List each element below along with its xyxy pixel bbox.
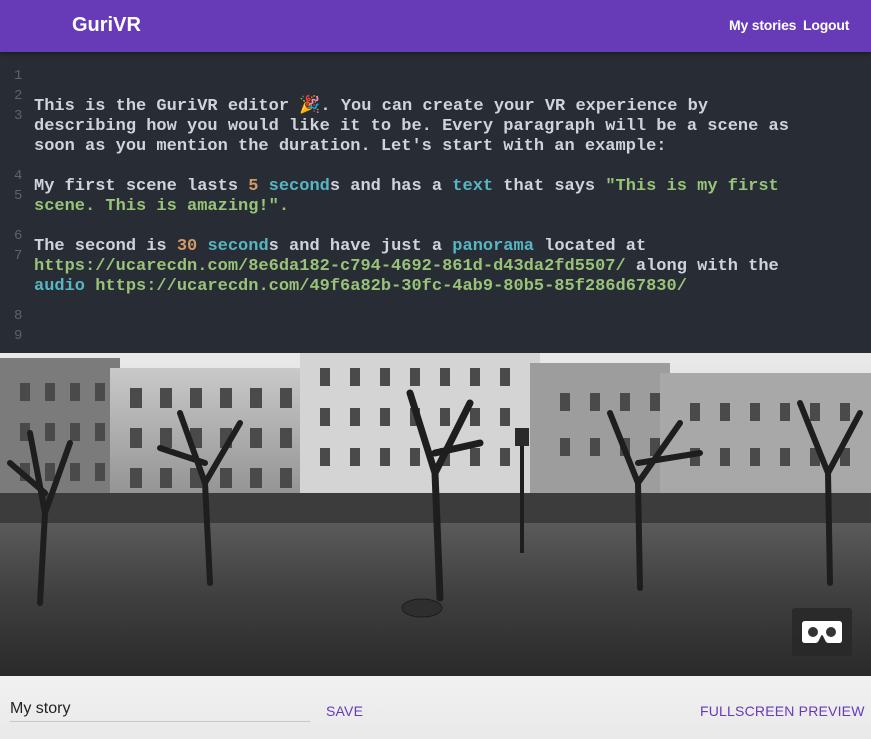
code-line: soon as you mention the duration. Let's … <box>34 137 667 156</box>
code-text: that says <box>493 177 606 196</box>
story-toolbar: SAVE FULLSCREEN PREVIEW <box>0 676 871 739</box>
line-number: 2 <box>14 88 23 104</box>
code-line: describing how you would like it to be. … <box>34 117 789 136</box>
enter-vr-button[interactable] <box>792 608 852 656</box>
duration-number: 30 <box>176 237 198 256</box>
cardboard-vr-icon <box>802 621 842 643</box>
url-literal: https://ucarecdn.com/8e6da182-c794-4692-… <box>34 257 626 276</box>
code-text: s and have just a <box>268 237 453 256</box>
code-line: https://ucarecdn.com/8e6da182-c794-4692-… <box>34 257 779 277</box>
code-editor[interactable]: 1 2 3 4 5 6 7 8 9 This is the GuriVR edi… <box>0 52 871 353</box>
code-text: located at <box>533 237 647 256</box>
line-number: 6 <box>14 228 23 244</box>
keyword-seconds: second <box>207 237 269 256</box>
my-stories-link[interactable]: My stories <box>729 17 796 33</box>
app-header: GuriVR My stories Logout <box>0 0 871 52</box>
logout-link[interactable]: Logout <box>803 17 849 33</box>
keyword-text: text <box>452 177 494 196</box>
string-literal: scene. This is amazing! <box>34 197 269 216</box>
line-number: 7 <box>14 248 23 264</box>
code-line: My first scene lasts 5 seconds and has a… <box>34 177 779 197</box>
panorama-image <box>0 353 871 676</box>
story-name-input[interactable] <box>10 696 310 722</box>
keyword-audio: audio <box>34 277 86 296</box>
keyword-panorama: panorama <box>452 237 534 256</box>
line-number: 4 <box>14 168 23 184</box>
line-number: 9 <box>14 328 23 344</box>
code-text: along with the <box>625 257 779 276</box>
fullscreen-preview-button[interactable]: FULLSCREEN PREVIEW <box>700 703 865 719</box>
string-literal: "This is my first <box>605 177 779 196</box>
brand-logo[interactable]: GuriVR <box>72 14 141 37</box>
code-line: audio https://ucarecdn.com/49f6a82b-30fc… <box>34 277 687 297</box>
save-button[interactable]: SAVE <box>326 703 363 719</box>
code-text: The second is <box>34 237 177 256</box>
code-text: My first scene lasts <box>34 177 249 196</box>
duration-number: 5 <box>248 177 259 196</box>
line-number: 8 <box>14 308 23 324</box>
url-literal: https://ucarecdn.com/49f6a82b-30fc-4ab9-… <box>95 277 687 296</box>
code-line: The second is 30 seconds and have just a… <box>34 237 646 257</box>
keyword-seconds: second <box>268 177 330 196</box>
string-literal-end: ". <box>268 197 290 216</box>
line-number: 5 <box>14 188 23 204</box>
code-line: scene. This is amazing!". <box>34 197 289 217</box>
line-number: 1 <box>14 68 23 84</box>
panorama-preview[interactable] <box>0 353 871 676</box>
line-number: 3 <box>14 108 23 124</box>
code-text: s and has a <box>329 177 453 196</box>
code-line: This is the GuriVR editor 🎉. You can cre… <box>34 97 709 116</box>
